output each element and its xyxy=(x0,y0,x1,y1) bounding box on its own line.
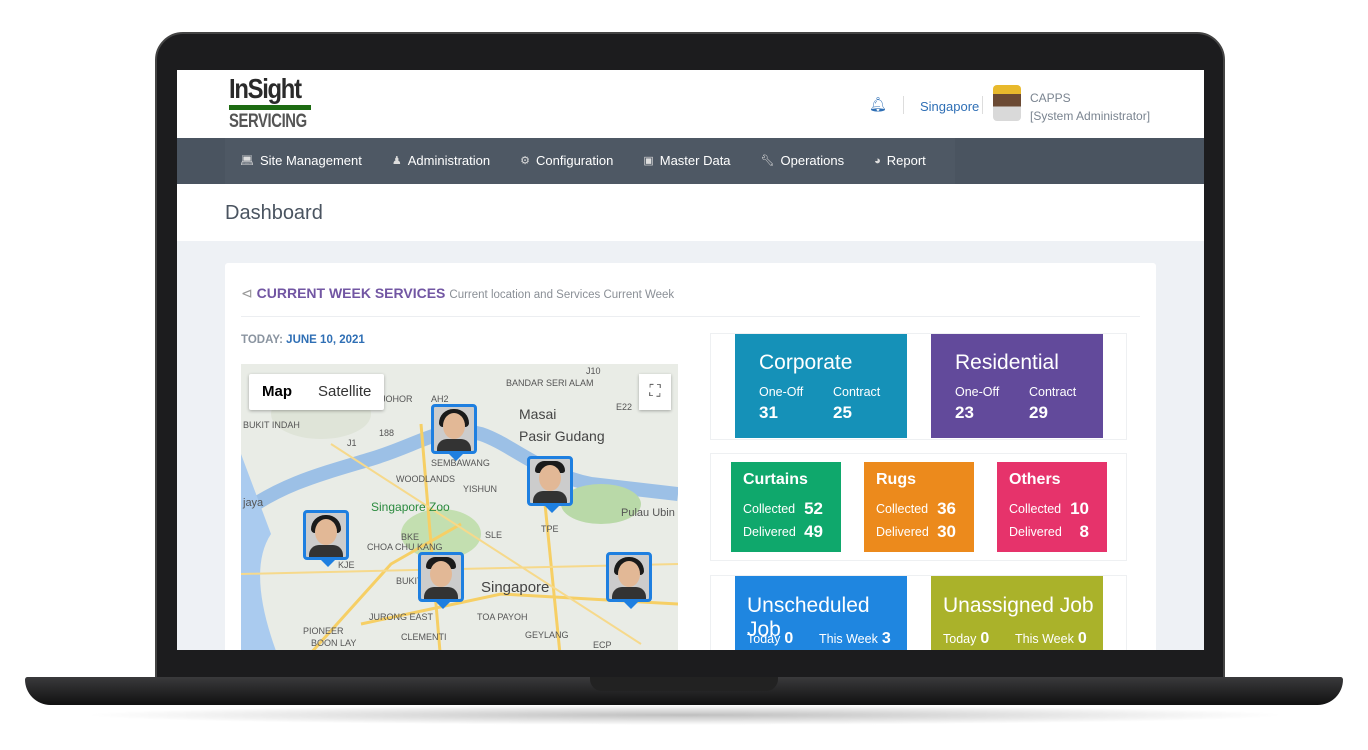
map-button[interactable]: Map xyxy=(249,374,305,410)
archive-icon: ▣ xyxy=(643,155,654,167)
map-marker[interactable] xyxy=(303,510,349,567)
app-screen: InSight SERVICING 🔔︎ Singapore CAPPS [Sy… xyxy=(177,70,1204,650)
satellite-button[interactable]: Satellite xyxy=(305,374,384,410)
share-icon: ⊲ xyxy=(241,285,253,301)
map-marker[interactable] xyxy=(606,552,652,609)
map-marker[interactable] xyxy=(418,552,464,609)
top-header: InSight SERVICING 🔔︎ Singapore CAPPS [Sy… xyxy=(177,70,1204,138)
user-icon: ♟ xyxy=(391,155,402,167)
others-tile[interactable]: Others Collected 10 Delivered 8 xyxy=(997,462,1107,552)
nav-operations[interactable]: 🔧︎ Operations xyxy=(746,138,860,184)
gear-icon: ⚙ xyxy=(520,155,530,167)
corporate-tile[interactable]: Corporate One-Off 31 Contract 25 xyxy=(735,334,907,438)
pie-chart-icon: ◕ xyxy=(874,155,881,167)
laptop-notch xyxy=(590,677,778,691)
main-nav: 💻︎ Site Management ♟ Administration ⚙ Confi… xyxy=(177,138,1204,184)
map-marker[interactable] xyxy=(431,404,477,461)
fullscreen-icon[interactable]: ⛶ xyxy=(639,374,671,410)
jobs-group: Unscheduled Job Today 0 This Week 3 Unassi… xyxy=(710,575,1127,650)
location-selector[interactable]: Singapore xyxy=(920,99,979,114)
map[interactable]: BANDAR SERI ALAM Masai JOHOR BUKIT INDAH… xyxy=(241,364,678,650)
unassigned-job-tile[interactable]: Unassigned Job Today 0 This Week 0 xyxy=(931,576,1103,650)
map-type-toggle: Map Satellite xyxy=(249,374,385,410)
residential-tile[interactable]: Residential One-Off 23 Contract 29 xyxy=(931,334,1103,438)
customer-type-group: Corporate One-Off 31 Contract 25 Residen… xyxy=(710,333,1127,440)
laptop-shadow xyxy=(80,705,1290,725)
nav-administration[interactable]: ♟ Administration xyxy=(377,138,505,184)
item-type-group: Curtains Collected 52 Delivered 49 Rugs Co… xyxy=(710,453,1127,561)
laptop-icon: 💻︎ xyxy=(240,155,254,167)
nav-site-management[interactable]: 💻︎ Site Management xyxy=(225,138,377,184)
logo[interactable]: InSight SERVICING xyxy=(229,74,311,133)
unscheduled-job-tile[interactable]: Unscheduled Job Today 0 This Week 3 xyxy=(735,576,907,650)
wrench-icon: 🔧︎ xyxy=(760,155,775,167)
nav-configuration[interactable]: ⚙ Configuration xyxy=(505,138,628,184)
user-menu[interactable]: CAPPS [System Administrator] xyxy=(1030,89,1150,125)
avatar[interactable] xyxy=(993,85,1021,121)
today-date: TODAY: JUNE 10, 2021 xyxy=(241,334,365,346)
rugs-tile[interactable]: Rugs Collected 36 Delivered 30 xyxy=(864,462,974,552)
card-header: ⊲ CURRENT WEEK SERVICES Current location … xyxy=(241,285,675,301)
map-marker[interactable] xyxy=(527,456,573,513)
current-week-services-card: ⊲ CURRENT WEEK SERVICES Current location … xyxy=(225,263,1156,650)
bell-icon[interactable]: 🔔︎ xyxy=(869,96,887,113)
nav-master-data[interactable]: ▣ Master Data xyxy=(628,138,745,184)
curtains-tile[interactable]: Curtains Collected 52 Delivered 49 xyxy=(731,462,841,552)
nav-report[interactable]: ◕ Report xyxy=(859,138,941,184)
page-title: Dashboard xyxy=(177,184,1204,241)
